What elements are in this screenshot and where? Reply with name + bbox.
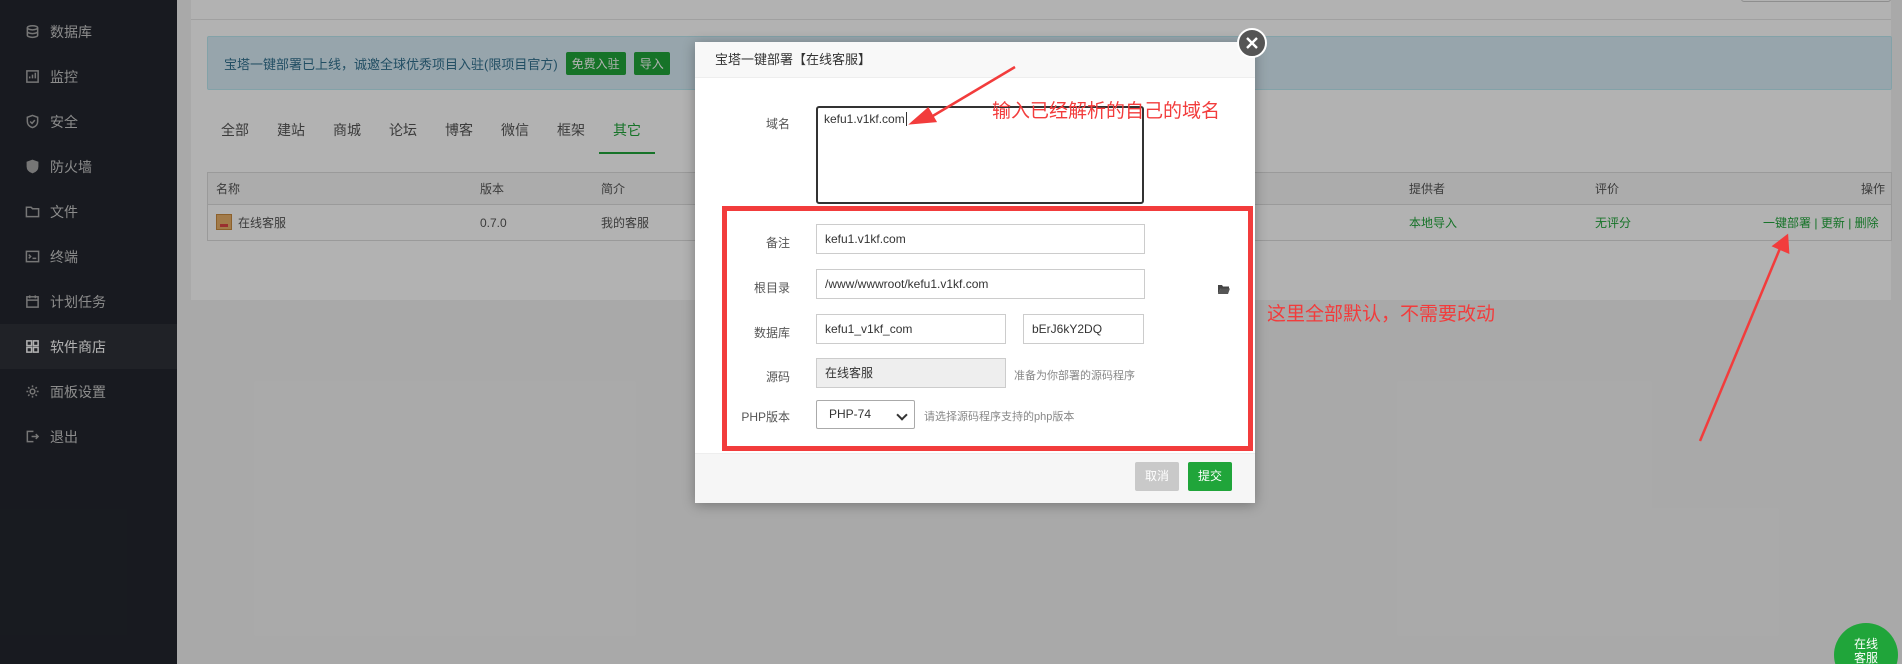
- arrow-to-deploy-icon: [1698, 233, 1790, 442]
- arrow-to-domain-icon: [908, 65, 1016, 125]
- kefu-line1: 在线: [1853, 637, 1878, 651]
- annotation-arrows: [908, 65, 1790, 442]
- kefu-line2: 客服: [1853, 651, 1878, 664]
